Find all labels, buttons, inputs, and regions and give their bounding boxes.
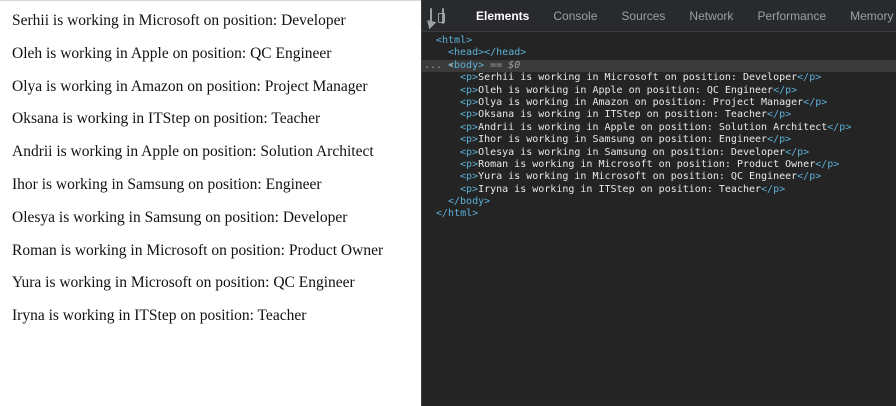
tab-elements[interactable]: Elements <box>464 0 541 32</box>
device-toolbar-icon[interactable] <box>438 7 445 24</box>
paragraph: Roman is working in Microsoft on positio… <box>12 241 384 259</box>
dom-node-p[interactable]: <p>Oksana is working in ITStep on positi… <box>422 109 896 121</box>
dom-node-p[interactable]: <p>Olya is working in Amazon on position… <box>422 97 896 109</box>
devtools-panel: Elements Console Sources Network Perform… <box>421 0 896 406</box>
dom-node-head[interactable]: <head></head> <box>422 47 896 59</box>
paragraph: Iryna is working in ITStep on position: … <box>12 307 307 325</box>
rendered-page: Serhii is working in Microsoft on positi… <box>0 0 421 406</box>
dom-node-p[interactable]: <p>Yura is working in Microsoft on posit… <box>422 171 896 183</box>
paragraph: Olya is working in Amazon on position: P… <box>12 77 368 95</box>
paragraph: Yura is working in Microsoft on position… <box>12 274 355 292</box>
tab-sources[interactable]: Sources <box>609 0 677 32</box>
inspect-element-icon[interactable] <box>430 7 432 24</box>
paragraph: Ihor is working in Samsung on position: … <box>12 175 322 193</box>
dom-node-p[interactable]: <p>Ihor is working in Samsung on positio… <box>422 134 896 146</box>
dom-node-html[interactable]: <html> <box>422 35 896 47</box>
dom-node-p[interactable]: <p>Serhii is working in Microsoft on pos… <box>422 72 896 84</box>
dom-node-p[interactable]: <p>Andrii is working in Apple on positio… <box>422 122 896 134</box>
expand-arrow-icon[interactable]: ... ▾ <box>424 60 454 72</box>
dom-node-p[interactable]: <p>Roman is working in Microsoft on posi… <box>422 159 896 171</box>
dom-node-p[interactable]: <p>Olesya is working in Samsung on posit… <box>422 147 896 159</box>
dom-node-body-selected[interactable]: ... ▾ <body> == $0 <box>422 59 896 73</box>
tab-memory[interactable]: Memory <box>838 0 896 32</box>
tab-network[interactable]: Network <box>677 0 745 32</box>
screen: Serhii is working in Microsoft on positi… <box>0 0 896 406</box>
paragraph: Olesya is working in Samsung on position… <box>12 208 348 226</box>
dom-node-p[interactable]: <p>Iryna is working in ITStep on positio… <box>422 184 896 196</box>
dom-node-body-close[interactable]: </body> <box>422 196 896 208</box>
tab-console[interactable]: Console <box>541 0 609 32</box>
tab-performance[interactable]: Performance <box>745 0 838 32</box>
paragraph: Oksana is working in ITStep on position:… <box>12 110 321 128</box>
dom-node-p[interactable]: <p>Oleh is working in Apple on position:… <box>422 85 896 97</box>
paragraph: Serhii is working in Microsoft on positi… <box>12 12 346 29</box>
dom-node-html-close[interactable]: </html> <box>422 208 896 220</box>
paragraph: Andrii is working in Apple on position: … <box>12 143 374 161</box>
devtools-toolbar: Elements Console Sources Network Perform… <box>422 0 896 32</box>
dom-tree: <html> <head></head> ... ▾ <body> == $0 … <box>422 32 896 221</box>
paragraph: Oleh is working in Apple on position: QC… <box>12 44 332 62</box>
